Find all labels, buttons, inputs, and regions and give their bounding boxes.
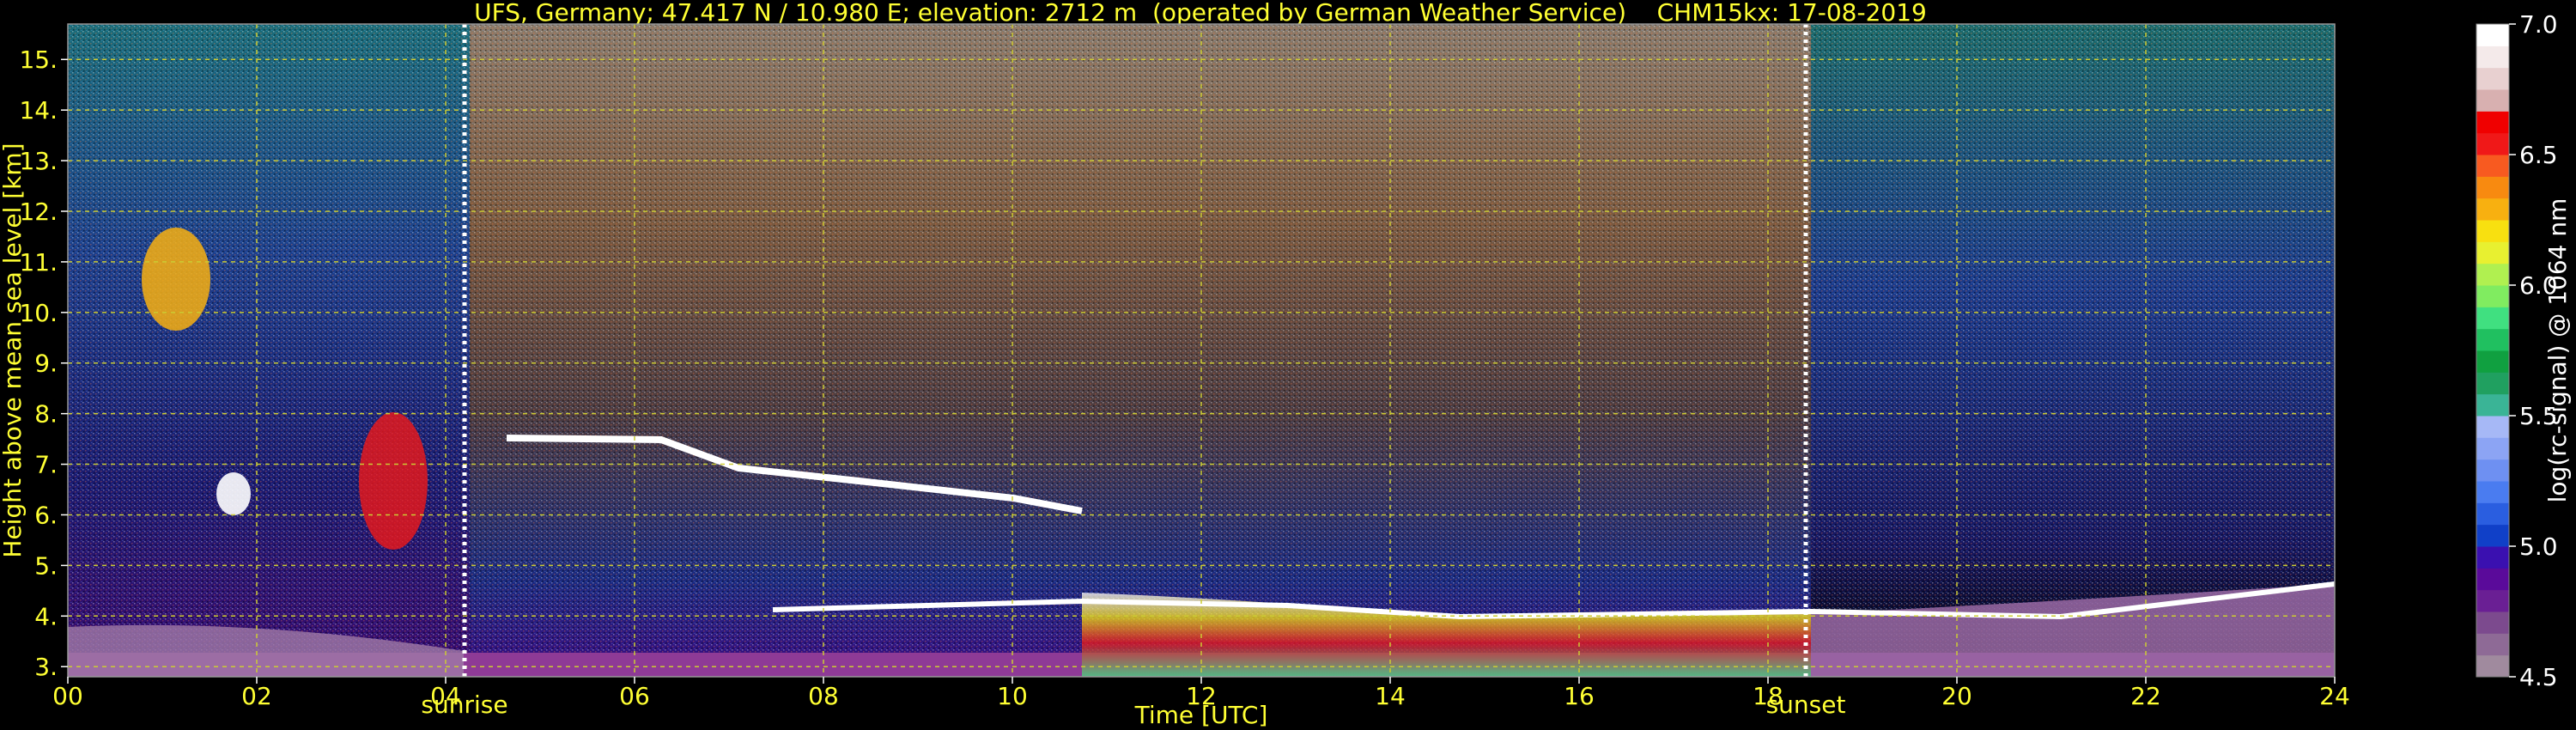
y-axis-label: Height above mean sea level [km] (0, 143, 27, 557)
colorbar-segment (2476, 111, 2509, 134)
colorbar-segment (2476, 198, 2509, 221)
colorbar-segment (2476, 654, 2509, 678)
colorbar-segment (2476, 459, 2509, 482)
x-tick-label: 08 (808, 682, 839, 710)
colorbar-segment (2476, 633, 2509, 656)
y-tick-label: 15. (19, 46, 58, 74)
colorbar-segment (2476, 568, 2509, 591)
colorbar-segment (2476, 89, 2509, 112)
colorbar-segment (2476, 67, 2509, 90)
colorbar-segment (2476, 611, 2509, 634)
cirrus-patch (142, 228, 210, 331)
colorbar-tick-label: 4.5 (2519, 663, 2558, 691)
y-tick-label: 4. (34, 602, 58, 630)
x-tick-label: 14 (1375, 682, 1406, 710)
x-tick-label: 22 (2130, 682, 2161, 710)
colorbar-segment (2476, 393, 2509, 417)
x-tick-label: 00 (52, 682, 83, 710)
colorbar-segment (2476, 589, 2509, 612)
cloud-patch (359, 412, 428, 550)
colorbar-label: log(rc-signal) @ 1064 nm (2543, 198, 2572, 503)
ceilometer-chart: 00 02 04 06 08 10 12 14 16 18 20 22 24sunrise sunset … (0, 10, 2572, 729)
colorbar-segment (2476, 481, 2509, 503)
x-axis-label: Time [UTC] (1134, 701, 1268, 729)
y-tick-label: 3. (34, 653, 58, 681)
x-tick-label: 24 (2319, 682, 2350, 710)
colorbar-tick-label: 7.0 (2519, 10, 2558, 39)
y-tick-label: 8. (34, 400, 58, 429)
x-tick-label: 16 (1564, 682, 1595, 710)
colorbar-segment (2476, 437, 2509, 460)
cloud-patch-2 (216, 472, 251, 515)
y-tick-label: 6. (34, 501, 58, 529)
colorbar-segment (2476, 263, 2509, 286)
y-tick-label: 7. (34, 451, 58, 479)
y-tick-label: 5. (34, 551, 58, 580)
colorbar-segment (2476, 372, 2509, 395)
colorbar-segment (2476, 132, 2509, 155)
colorbar-segment (2476, 350, 2509, 373)
colorbar-segment (2476, 416, 2509, 438)
x-tick-label: 06 (619, 682, 650, 710)
colorbar-tick-label: 5.0 (2519, 532, 2558, 561)
colorbar-segment (2476, 176, 2509, 199)
colorbar-segment (2476, 220, 2509, 242)
colorbar-segment (2476, 241, 2509, 265)
sunrise-label: sunrise (421, 690, 507, 719)
colorbar-segment (2476, 46, 2509, 69)
x-tick-label: 02 (241, 682, 272, 710)
y-tick-label: 9. (34, 350, 58, 378)
x-tick-label: 20 (1941, 682, 1972, 710)
sunset-label: sunset (1766, 690, 1846, 719)
colorbar-tick-label: 6.5 (2519, 141, 2558, 169)
colorbar-segment (2476, 502, 2509, 526)
colorbar-segment (2476, 155, 2509, 177)
colorbar-segment (2476, 524, 2509, 547)
colorbar-segment (2476, 285, 2509, 307)
colorbar-segment (2476, 328, 2509, 351)
colorbar-segment (2476, 24, 2509, 46)
x-tick-label: 10 (997, 682, 1028, 710)
colorbar-segment (2476, 307, 2509, 330)
colorbar-segment (2476, 546, 2509, 569)
y-tick-label: 14. (19, 96, 58, 125)
